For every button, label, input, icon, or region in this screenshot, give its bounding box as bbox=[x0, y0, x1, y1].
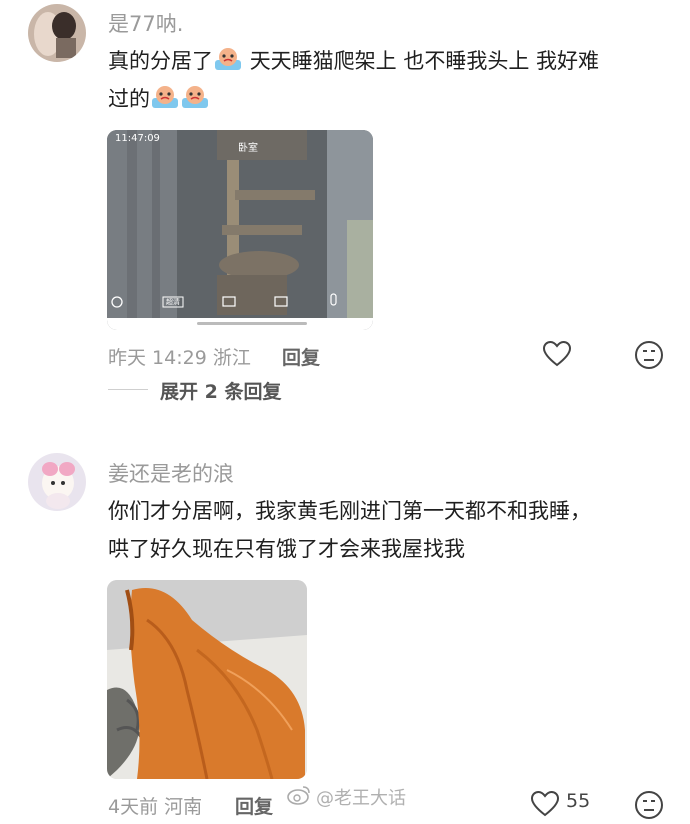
comment-text: 你们才分居啊，我家黄毛刚进门第一天都不和我睡， 哄了好久现在只有饿了才会来我屋找… bbox=[108, 492, 673, 568]
comment-text-part: 你们才分居啊，我家黄毛刚进门第一天都不和我睡， bbox=[108, 499, 591, 523]
reply-button[interactable]: 回复 bbox=[282, 343, 320, 370]
comment-location: 浙江 bbox=[212, 347, 251, 369]
comment-time: 4天前 河南 bbox=[108, 792, 202, 819]
avatar[interactable] bbox=[28, 453, 86, 511]
avatar[interactable] bbox=[28, 4, 86, 62]
expand-replies-button[interactable]: 展开 2 条回复 bbox=[160, 377, 281, 404]
username[interactable]: 姜还是老的浪 bbox=[108, 458, 234, 488]
crying-emoji-icon bbox=[150, 84, 180, 110]
weibo-logo-icon bbox=[286, 784, 312, 810]
dislike-face-icon[interactable] bbox=[634, 790, 664, 824]
comment-time-text: 昨天 14:29 bbox=[108, 347, 207, 369]
dislike-face-icon[interactable] bbox=[634, 340, 664, 374]
comment-text-part: 真的分居了 bbox=[108, 49, 213, 73]
video-timestamp: 11:47:09 bbox=[115, 133, 160, 144]
comment-text-part: 哄了好久现在只有饿了才会来我屋找我 bbox=[108, 537, 465, 561]
crying-emoji-icon bbox=[180, 84, 210, 110]
like-count: 55 bbox=[566, 790, 591, 812]
watermark: @老王大话 bbox=[286, 784, 406, 810]
heart-icon[interactable] bbox=[542, 340, 572, 372]
heart-icon[interactable] bbox=[530, 790, 560, 822]
room-label: 卧室 bbox=[238, 143, 258, 154]
comment-image[interactable]: 11:47:09 卧室 超清 bbox=[107, 130, 373, 330]
crying-emoji-icon bbox=[213, 46, 243, 72]
watermark-text: @老王大话 bbox=[316, 788, 406, 809]
comment-text-part: 天天睡猫爬架上 也不睡我头上 我好难 bbox=[249, 49, 600, 73]
comment-text: 真的分居了 天天睡猫爬架上 也不睡我头上 我好难 过的 bbox=[108, 42, 668, 118]
comment-time-text: 4天前 bbox=[108, 796, 159, 818]
comment-text-part: 过的 bbox=[108, 87, 150, 111]
username[interactable]: 是77呐. bbox=[108, 8, 183, 38]
reply-button[interactable]: 回复 bbox=[235, 792, 273, 819]
hd-label: 超清 bbox=[166, 298, 180, 306]
comment-image[interactable] bbox=[107, 580, 307, 779]
comment-location: 河南 bbox=[164, 796, 203, 818]
comment-time: 昨天 14:29 浙江 bbox=[108, 343, 251, 370]
expand-divider bbox=[108, 389, 148, 390]
